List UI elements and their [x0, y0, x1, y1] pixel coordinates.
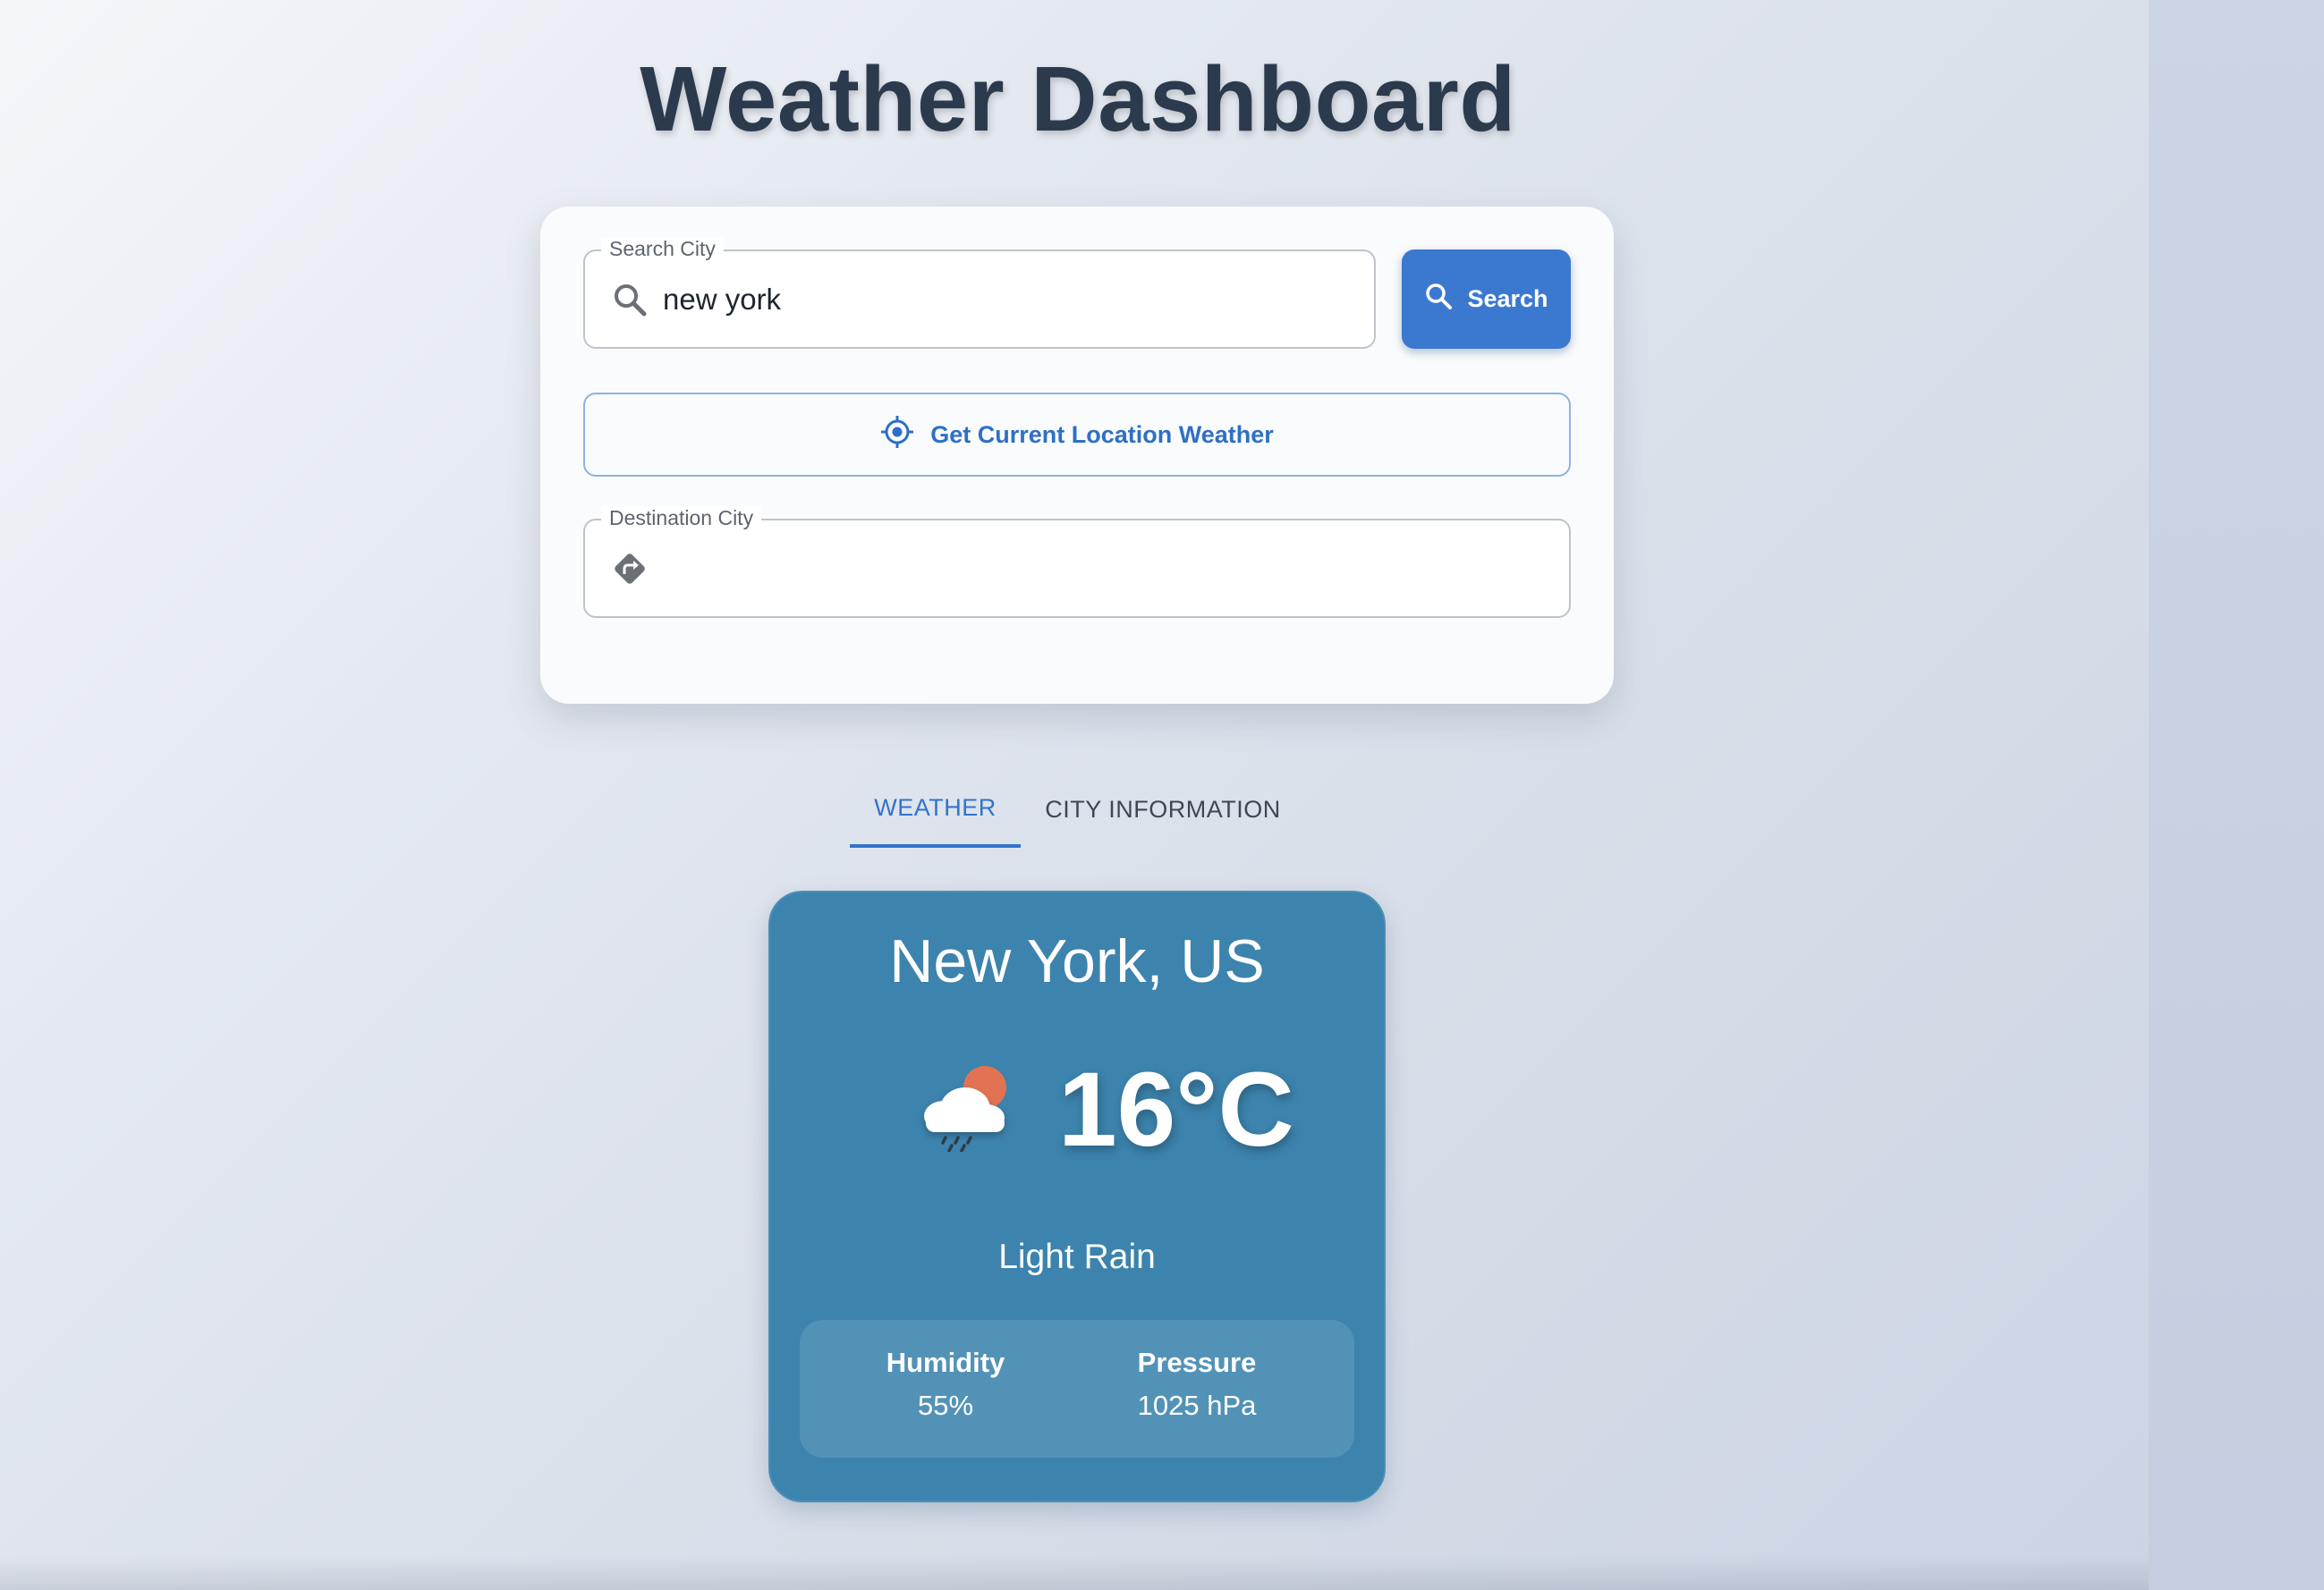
humidity-label: Humidity	[886, 1347, 1005, 1378]
search-button[interactable]: Search	[1402, 249, 1571, 349]
directions-icon	[612, 551, 648, 587]
pressure-stat: Pressure 1025 hPa	[1090, 1347, 1304, 1422]
search-city-input[interactable]	[663, 251, 1353, 347]
location-target-icon	[880, 415, 914, 455]
pressure-value: 1025 hPa	[1137, 1390, 1257, 1421]
temperature: 16°C	[1058, 1051, 1294, 1169]
search-city-field[interactable]: Search City	[583, 237, 1376, 349]
humidity-stat: Humidity 55%	[838, 1347, 1053, 1422]
bottom-shadow	[0, 1556, 2149, 1590]
search-button-label: Search	[1467, 285, 1548, 312]
destination-city-field[interactable]: Destination City	[583, 506, 1571, 618]
weather-stats: Humidity 55% Pressure 1025 hPa	[800, 1320, 1354, 1458]
page-title: Weather Dashboard	[640, 47, 1516, 150]
current-location-button[interactable]: Get Current Location Weather	[583, 393, 1571, 477]
search-icon	[1424, 282, 1453, 317]
pressure-label: Pressure	[1137, 1347, 1257, 1378]
background-band	[2149, 0, 2324, 1590]
city-name: New York, US	[889, 927, 1265, 995]
humidity-value: 55%	[917, 1390, 974, 1421]
search-panel: Search City Search	[540, 207, 1614, 704]
current-location-label: Get Current Location Weather	[930, 420, 1274, 448]
tab-bar: WEATHER CITY INFORMATION	[850, 771, 1305, 848]
destination-city-input[interactable]	[663, 520, 1548, 616]
tab-weather[interactable]: WEATHER	[850, 771, 1021, 848]
weather-condition: Light Rain	[998, 1238, 1156, 1276]
search-icon	[612, 282, 648, 317]
light-rain-icon	[913, 1053, 1016, 1153]
weather-card: New York, US 16°C Light Rain Humidity 55…	[768, 891, 1386, 1502]
tab-city-information[interactable]: CITY INFORMATION	[1021, 771, 1305, 848]
